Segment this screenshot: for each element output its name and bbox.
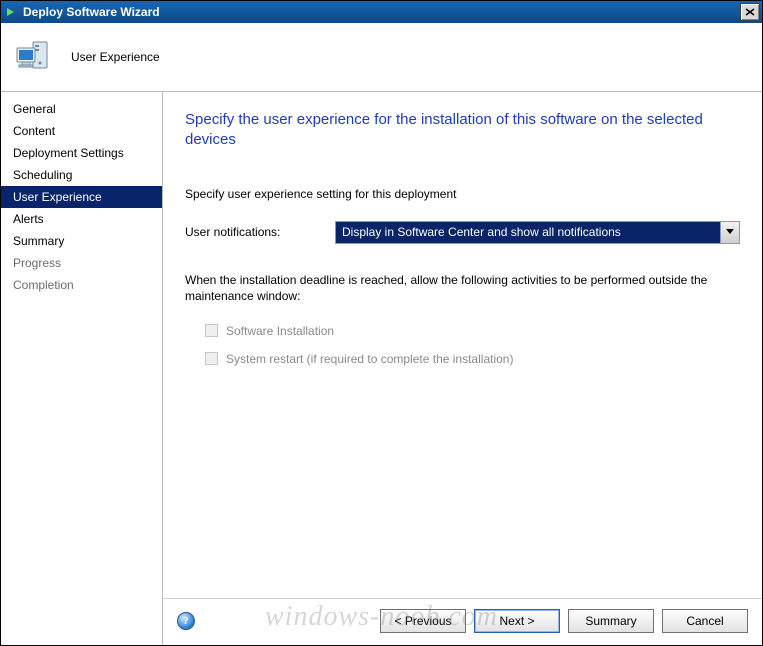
checkbox-label: Software Installation	[226, 324, 334, 338]
wizard-window: Deploy Software Wizard User Experience	[0, 0, 763, 646]
summary-button[interactable]: Summary	[568, 609, 654, 633]
sidebar-item-label: User Experience	[13, 190, 102, 204]
sidebar-item-progress[interactable]: Progress	[1, 252, 162, 274]
page-heading: Specify the user experience for the inst…	[185, 110, 740, 151]
help-icon[interactable]: ?	[177, 612, 195, 630]
sidebar-item-label: Alerts	[13, 212, 44, 226]
previous-button[interactable]: < Previous	[380, 609, 466, 633]
header-title: User Experience	[71, 50, 160, 64]
deadline-info-text: When the installation deadline is reache…	[185, 272, 740, 304]
checkbox-label: System restart (if required to complete …	[226, 352, 513, 366]
sidebar-item-deployment-settings[interactable]: Deployment Settings	[1, 142, 162, 164]
sidebar-item-summary[interactable]: Summary	[1, 230, 162, 252]
titlebar: Deploy Software Wizard	[1, 1, 762, 23]
intro-text: Specify user experience setting for this…	[185, 187, 740, 201]
checkbox-system-restart: System restart (if required to complete …	[185, 348, 740, 370]
user-notifications-label: User notifications:	[185, 225, 325, 239]
content-panel: Specify the user experience for the inst…	[163, 91, 762, 645]
sidebar-item-label: Scheduling	[13, 168, 72, 182]
sidebar-item-scheduling[interactable]: Scheduling	[1, 164, 162, 186]
next-button[interactable]: Next >	[474, 609, 560, 633]
user-notifications-value: Display in Software Center and show all …	[336, 222, 720, 243]
sidebar: General Content Deployment Settings Sche…	[1, 91, 163, 645]
sidebar-item-label: Completion	[13, 278, 74, 292]
close-button[interactable]	[740, 3, 760, 21]
footer: ? < Previous Next > Summary Cancel	[163, 598, 762, 645]
chevron-down-icon	[720, 222, 739, 243]
sidebar-item-label: General	[13, 102, 56, 116]
sidebar-item-user-experience[interactable]: User Experience	[1, 186, 162, 208]
cancel-button[interactable]: Cancel	[662, 609, 748, 633]
user-notifications-row: User notifications: Display in Software …	[185, 221, 740, 244]
user-notifications-select[interactable]: Display in Software Center and show all …	[335, 221, 740, 244]
checkbox-software-installation: Software Installation	[185, 320, 740, 342]
window-title: Deploy Software Wizard	[23, 5, 736, 19]
computer-icon	[13, 36, 55, 78]
sidebar-item-alerts[interactable]: Alerts	[1, 208, 162, 230]
sidebar-item-completion[interactable]: Completion	[1, 274, 162, 296]
header-panel: User Experience	[1, 23, 762, 91]
sidebar-item-label: Deployment Settings	[13, 146, 124, 160]
content-inner: Specify the user experience for the inst…	[163, 92, 762, 598]
checkbox-icon	[205, 324, 218, 337]
sidebar-item-label: Progress	[13, 256, 61, 270]
sidebar-item-general[interactable]: General	[1, 98, 162, 120]
wizard-body: General Content Deployment Settings Sche…	[1, 91, 762, 645]
sidebar-item-label: Content	[13, 124, 55, 138]
wizard-arrow-icon	[5, 5, 19, 19]
checkbox-icon	[205, 352, 218, 365]
sidebar-item-content[interactable]: Content	[1, 120, 162, 142]
sidebar-item-label: Summary	[13, 234, 64, 248]
